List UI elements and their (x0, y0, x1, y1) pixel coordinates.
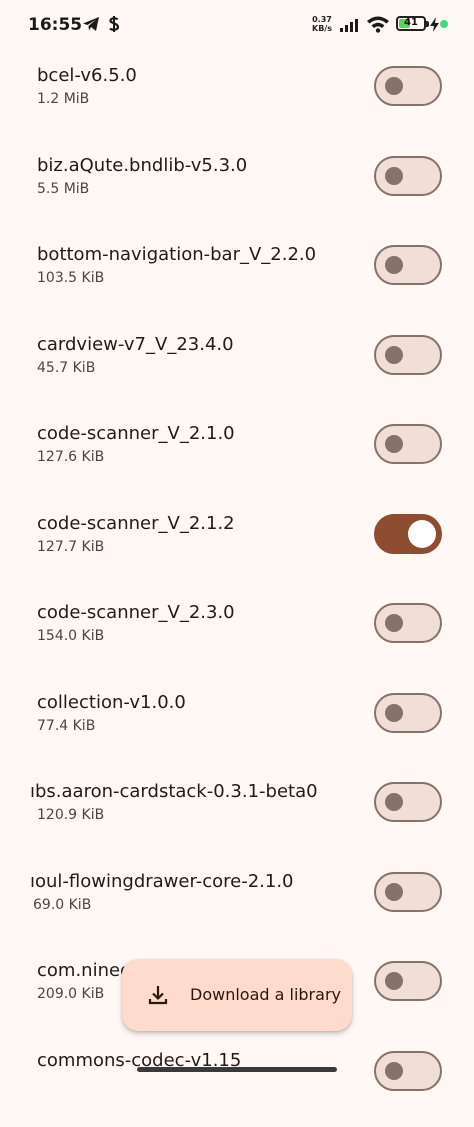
library-toggle[interactable] (374, 603, 442, 643)
switch-thumb (385, 435, 403, 453)
library-size: 103.5 KiB (37, 270, 104, 286)
library-toggle[interactable] (374, 782, 442, 822)
library-size: 209.0 KiB (37, 986, 104, 1002)
library-name: collection-v1.0.0 (37, 692, 186, 713)
battery-icon: 41 (396, 16, 426, 31)
library-size: 77.4 KiB (37, 718, 95, 734)
switch-thumb (385, 972, 403, 990)
switch-thumb (385, 793, 403, 811)
download-icon (146, 983, 170, 1007)
library-toggle[interactable] (374, 961, 442, 1001)
status-bar: 16:55 0.37 KB/s 41 (0, 0, 474, 52)
network-speed-unit: KB/s (312, 24, 332, 33)
library-toggle[interactable] (374, 424, 442, 464)
library-toggle[interactable] (374, 693, 442, 733)
library-row[interactable]: code-scanner_V_2.1.2 127.7 KiB (0, 501, 474, 591)
switch-thumb (385, 1062, 403, 1080)
library-name: ıoul-flowingdrawer-core-2.1.0 (30, 871, 294, 892)
library-row[interactable]: biz.aQute.bndlib-v5.3.0 5.5 MiB (0, 143, 474, 233)
library-toggle[interactable] (374, 335, 442, 375)
library-size: 127.6 KiB (37, 449, 104, 465)
library-row[interactable]: commons-codec-v1.15 (0, 1038, 474, 1127)
switch-thumb (385, 346, 403, 364)
library-name: com.ninec (37, 960, 130, 981)
battery-tip (426, 21, 429, 27)
library-name: code-scanner_V_2.1.0 (37, 423, 235, 444)
switch-thumb (385, 883, 403, 901)
library-row[interactable]: ıbs.aaron-cardstack-0.3.1-beta0 120.9 Ki… (0, 769, 474, 859)
library-name: code-scanner_V_2.1.2 (37, 513, 235, 534)
library-row[interactable]: ıoul-flowingdrawer-core-2.1.0 69.0 KiB (0, 859, 474, 949)
library-row[interactable]: code-scanner_V_2.1.0 127.6 KiB (0, 411, 474, 501)
download-library-button[interactable]: Download a library (122, 959, 352, 1031)
dot-icon (440, 20, 448, 28)
network-speed-value: 0.37 (312, 15, 332, 24)
library-size: 127.7 KiB (37, 539, 104, 555)
library-name: ıbs.aaron-cardstack-0.3.1-beta0 (30, 781, 318, 802)
network-speed: 0.37 KB/s (312, 15, 332, 33)
library-toggle[interactable] (374, 872, 442, 912)
switch-thumb (385, 614, 403, 632)
library-row[interactable]: bcel-v6.5.0 1.2 MiB (0, 53, 474, 143)
dollar-icon (107, 15, 121, 33)
library-name: code-scanner_V_2.3.0 (37, 602, 235, 623)
library-size: 120.9 KiB (37, 807, 104, 823)
library-name: biz.aQute.bndlib-v5.3.0 (37, 155, 247, 176)
switch-thumb (385, 167, 403, 185)
library-toggle[interactable] (374, 156, 442, 196)
library-name: bcel-v6.5.0 (37, 65, 137, 86)
switch-thumb (385, 77, 403, 95)
library-name: cardview-v7_V_23.4.0 (37, 334, 234, 355)
gesture-navigation-bar[interactable] (137, 1067, 337, 1072)
library-size: 69.0 KiB (33, 897, 91, 913)
library-size: 1.2 MiB (37, 91, 89, 107)
signal-icon (340, 17, 362, 32)
wifi-icon (366, 15, 390, 33)
library-row[interactable]: collection-v1.0.0 77.4 KiB (0, 680, 474, 770)
switch-thumb (385, 704, 403, 722)
library-size: 45.7 KiB (37, 360, 95, 376)
library-name: bottom-navigation-bar_V_2.2.0 (37, 244, 316, 265)
status-time: 16:55 (28, 15, 82, 35)
download-library-label: Download a library (190, 985, 341, 1004)
library-size: 154.0 KiB (37, 628, 104, 644)
switch-thumb (385, 256, 403, 274)
library-size: 5.5 MiB (37, 181, 89, 197)
switch-thumb (408, 520, 436, 548)
library-toggle[interactable] (374, 245, 442, 285)
telegram-icon (82, 16, 100, 32)
library-toggle[interactable] (374, 514, 442, 554)
library-toggle[interactable] (374, 66, 442, 106)
library-toggle[interactable] (374, 1051, 442, 1091)
charging-icon (430, 17, 439, 32)
library-row[interactable]: cardview-v7_V_23.4.0 45.7 KiB (0, 322, 474, 412)
battery-level: 41 (398, 17, 424, 28)
library-row[interactable]: bottom-navigation-bar_V_2.2.0 103.5 KiB (0, 232, 474, 322)
library-row[interactable]: code-scanner_V_2.3.0 154.0 KiB (0, 590, 474, 680)
